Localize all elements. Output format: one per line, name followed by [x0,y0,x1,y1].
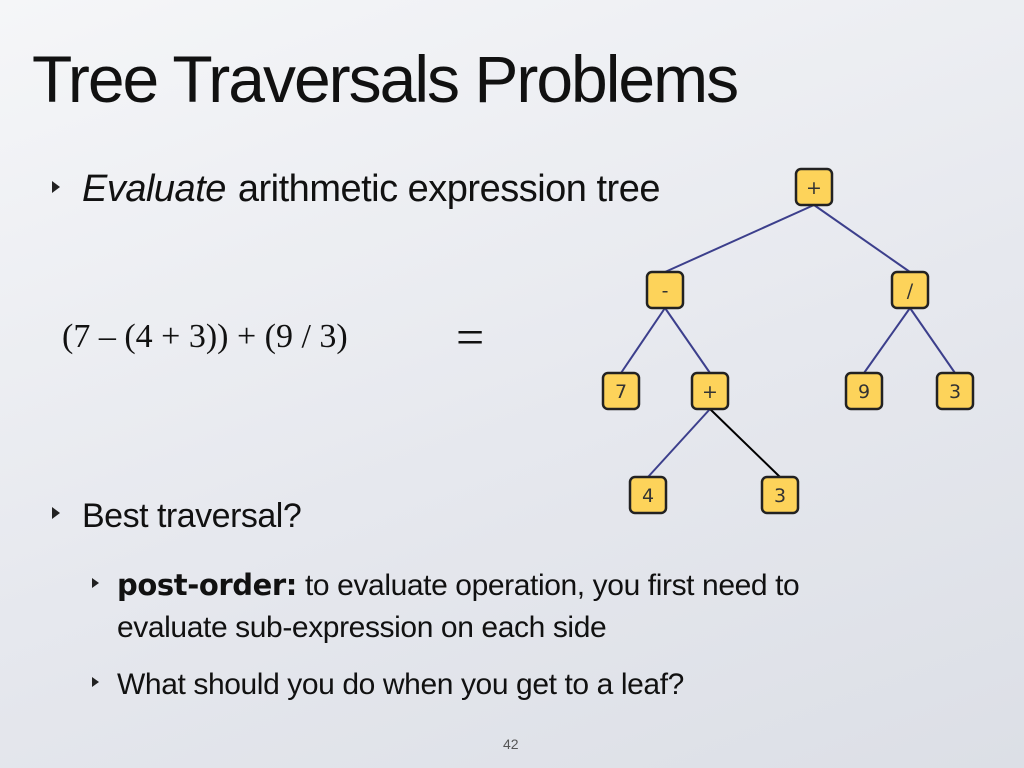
bullet-best-traversal: Best traversal? [52,497,302,536]
tree-node-label: - [662,280,669,302]
subbullet-line2: evaluate sub-expression on each side [117,611,607,644]
tree-node-seven: 7 [601,371,641,411]
tree-node-root: + [794,167,834,207]
page-number: 42 [503,736,519,752]
tree-node-label: / [907,280,914,302]
bullet-arrow-icon [52,507,60,519]
tree-node-label: 7 [615,381,627,403]
expression-tree-diagram: + - / 7 +9 3 4 3 [601,167,975,515]
subbullet-text: What should you do when you get to a lea… [117,668,684,701]
subbullet-line1: to evaluate operation, you first need to [305,569,800,602]
tree-node-label: + [806,177,822,199]
tree-node-minus: - [645,270,685,310]
tree-node-plus: + [690,371,730,411]
tree-node-label: 3 [774,485,786,507]
tree-node-label: 4 [642,485,654,507]
tree-node-label: + [702,381,718,403]
tree-edge-plus-three-bottom [709,408,781,478]
tree-node-nine: 9 [844,371,884,411]
tree-edge-minus-seven [620,307,666,374]
subbullet-strong: post-order: [117,568,297,602]
tree-edge-div-nine [863,307,911,374]
subbullet-post-order: post-order: to evaluate operation, you fi… [92,564,800,649]
tree-node-label: 9 [858,381,870,403]
bullet-arrow-icon [92,578,99,588]
tree-node-three-right: 3 [935,371,975,411]
tree-node-three-bottom: 3 [760,475,800,515]
bullet-text: Best traversal? [82,497,302,535]
tree-edge-div-three-right [909,307,956,374]
tree-node-four: 4 [628,475,668,515]
tree-edge-minus-plus [664,307,711,374]
subbullet-leaf-question: What should you do when you get to a lea… [92,668,684,702]
tree-node-div: / [890,270,930,310]
tree-edge-root-minus [664,204,815,273]
bullet-arrow-icon [92,677,99,687]
tree-edge-root-div [813,204,911,273]
tree-edge-plus-four [647,408,711,478]
tree-node-label: 3 [949,381,961,403]
